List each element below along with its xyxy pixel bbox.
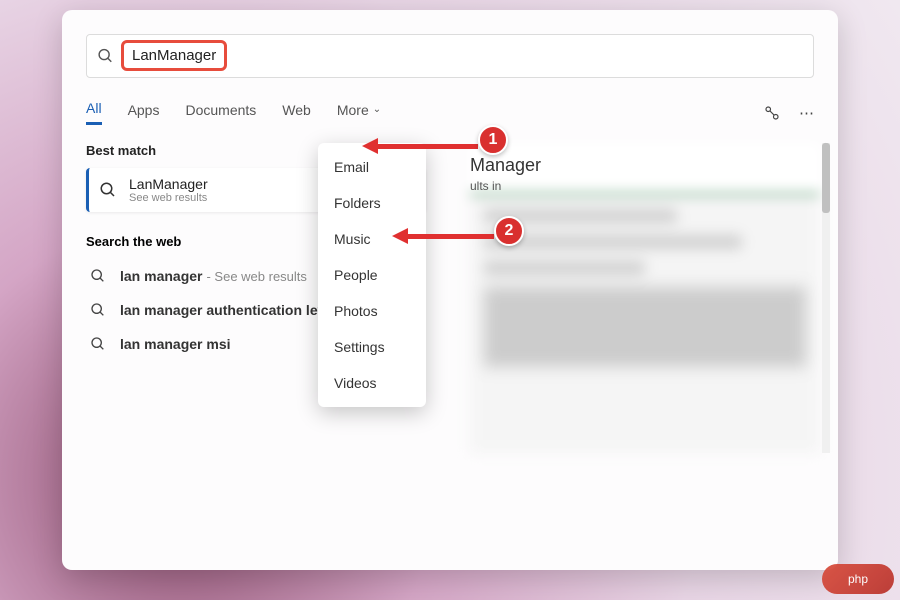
tab-more-label: More (337, 102, 369, 118)
annotation-arrow-1 (362, 138, 478, 154)
dropdown-item-people[interactable]: People (318, 257, 426, 293)
open-in-icon[interactable] (763, 104, 781, 122)
search-icon (90, 268, 106, 284)
web-result-term: lan manager authentication level (120, 302, 337, 318)
tab-web[interactable]: Web (282, 102, 311, 124)
dropdown-item-videos[interactable]: Videos (318, 365, 426, 401)
chevron-down-icon: ⌄ (373, 104, 381, 115)
watermark-badge: php (822, 564, 894, 594)
tab-apps[interactable]: Apps (128, 102, 160, 124)
annotation-callout-2: 2 (494, 216, 524, 246)
tab-documents[interactable]: Documents (185, 102, 256, 124)
dropdown-item-settings[interactable]: Settings (318, 329, 426, 365)
preview-title-fragment: Manager (470, 155, 541, 176)
annotation-arrow-2 (392, 228, 494, 244)
more-dropdown: Email Folders Music People Photos Settin… (318, 143, 426, 407)
dropdown-item-photos[interactable]: Photos (318, 293, 426, 329)
search-icon (97, 47, 114, 65)
preview-column: Manager ults in ▲ (434, 143, 820, 361)
dropdown-item-email[interactable]: Email (318, 149, 426, 185)
search-icon (90, 336, 106, 352)
filter-tabs: All Apps Documents Web More ⌄ ⋯ (86, 100, 814, 125)
search-query-highlight: LanManager (121, 40, 227, 71)
search-window: LanManager All Apps Documents Web More ⌄… (62, 10, 838, 570)
search-icon (90, 302, 106, 318)
web-result-term: lan manager msi (120, 336, 231, 352)
best-match-subtitle: See web results (129, 192, 208, 204)
preview-panel (470, 143, 820, 453)
best-match-title: LanManager (129, 176, 208, 192)
more-options-icon[interactable]: ⋯ (799, 104, 814, 122)
web-result-term: lan manager (120, 268, 202, 284)
results-area: Best match LanManager See web results Se… (62, 143, 838, 361)
search-bar[interactable]: LanManager (86, 34, 814, 78)
preview-subtitle-fragment: ults in (470, 179, 501, 193)
tab-more[interactable]: More ⌄ (337, 102, 381, 124)
scrollbar-thumb[interactable] (822, 143, 830, 213)
tab-all[interactable]: All (86, 100, 102, 125)
web-result-suffix: - See web results (206, 269, 306, 284)
preview-scrollbar[interactable] (822, 143, 830, 453)
search-icon (99, 181, 117, 199)
dropdown-item-folders[interactable]: Folders (318, 185, 426, 221)
annotation-callout-1: 1 (478, 125, 508, 155)
